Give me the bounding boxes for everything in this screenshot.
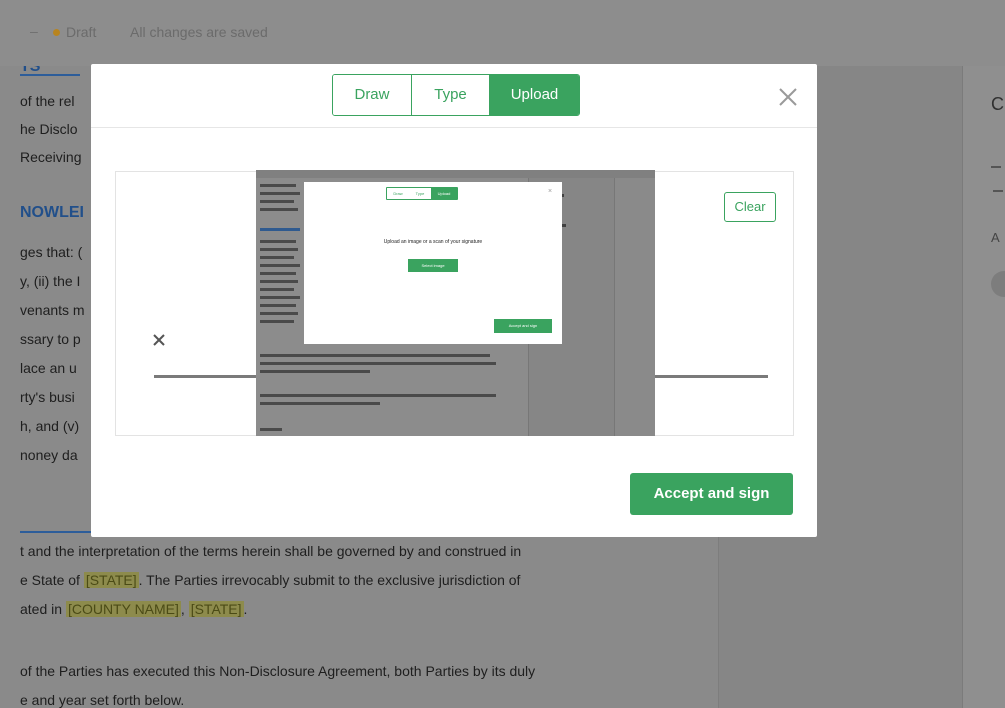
- heading-underline: [20, 74, 80, 76]
- image-text-line: [260, 370, 370, 373]
- image-text-line: [260, 288, 294, 291]
- section-heading-acknowledgement: NOWLEI: [20, 204, 84, 221]
- panel-line: [991, 166, 1001, 168]
- image-text-line: [260, 200, 294, 203]
- avatar[interactable]: [991, 271, 1005, 297]
- image-topbar: [256, 170, 655, 178]
- doc-line: rty's busi: [20, 389, 75, 405]
- panel-initial: C: [991, 94, 1004, 114]
- doc-text: ated in: [20, 601, 66, 617]
- doc-line: of the Parties has executed this Non-Dis…: [20, 663, 536, 679]
- save-status-label: All changes are saved: [130, 24, 268, 40]
- image-text-line: [260, 304, 296, 307]
- image-side-panel: [614, 178, 655, 436]
- image-text-line: [260, 272, 296, 275]
- doc-line: lace an u: [20, 360, 77, 376]
- doc-text: ,: [180, 601, 189, 617]
- image-heading-line: [260, 228, 300, 231]
- image-text-line: [260, 312, 298, 315]
- tab-type[interactable]: Type: [411, 75, 489, 115]
- image-text-line: [260, 428, 282, 431]
- doc-line: of the rel: [20, 93, 75, 109]
- doc-line: ssary to p: [20, 331, 81, 347]
- image-text-line: [260, 402, 380, 405]
- section-underline: [20, 531, 92, 533]
- image-text-line: [260, 296, 300, 299]
- image-text-line: [260, 256, 294, 259]
- image-text-line: [260, 208, 298, 211]
- panel-letter: A: [991, 230, 1000, 245]
- image-text-line: [260, 362, 496, 365]
- accept-and-sign-button[interactable]: Accept and sign: [630, 473, 793, 515]
- signature-canvas[interactable]: Draw Type Upload × Upload an image or a …: [115, 170, 794, 436]
- signature-baseline: [154, 375, 257, 378]
- signature-x-icon: [153, 334, 165, 346]
- modal-header: Draw Type Upload: [91, 64, 817, 128]
- doc-line: ated in [COUNTY NAME], [STATE].: [20, 601, 247, 617]
- image-select-button: Select image: [408, 259, 458, 272]
- doc-line: he Disclo: [20, 121, 78, 137]
- panel-line: [993, 190, 1003, 192]
- image-accept-button: Accept and sign: [494, 319, 552, 333]
- image-upload-text: Upload an image or a scan of your signat…: [383, 239, 483, 245]
- image-text-line: [260, 240, 296, 243]
- top-bar: – Draft All changes are saved: [0, 0, 1005, 66]
- placeholder-state[interactable]: [STATE]: [83, 572, 139, 588]
- uploaded-signature-image: Draw Type Upload × Upload an image or a …: [256, 170, 655, 436]
- placeholder-county[interactable]: [COUNTY NAME]: [65, 601, 181, 617]
- doc-line: e and year set forth below.: [20, 692, 185, 708]
- tab-draw[interactable]: Draw: [333, 75, 411, 115]
- doc-text: e State of: [20, 572, 84, 588]
- doc-line: h, and (v): [20, 418, 80, 434]
- image-text-line: [260, 280, 298, 283]
- image-text-line: [260, 320, 294, 323]
- image-tab-upload: Upload: [431, 188, 457, 199]
- doc-line: venants m: [20, 302, 85, 318]
- placeholder-state[interactable]: [STATE]: [188, 601, 244, 617]
- image-close-icon: ×: [548, 188, 553, 195]
- doc-line: e State of [STATE]. The Parties irrevoca…: [20, 572, 520, 588]
- doc-line: y, (ii) the I: [20, 273, 81, 289]
- image-tab-type: Type: [415, 191, 425, 196]
- draft-status-label: Draft: [66, 24, 97, 40]
- clear-button[interactable]: Clear: [724, 192, 776, 222]
- signature-mode-tabs: Draw Type Upload: [332, 74, 580, 116]
- signature-baseline: [654, 375, 768, 378]
- image-text-line: [260, 192, 300, 195]
- doc-text: .: [243, 601, 248, 617]
- image-tabs: Draw Type Upload: [386, 187, 458, 200]
- doc-line: Receiving: [20, 149, 82, 165]
- image-text-line: [260, 264, 300, 267]
- title-dash: –: [30, 23, 38, 39]
- close-icon[interactable]: [777, 86, 799, 108]
- draft-status-dot: [53, 29, 60, 36]
- image-text-line: [260, 248, 298, 251]
- image-tab-draw: Draw: [393, 191, 403, 196]
- doc-text: . The Parties irrevocably submit to the …: [138, 572, 521, 588]
- doc-line: ges that: (: [20, 244, 83, 260]
- tab-upload[interactable]: Upload: [489, 75, 579, 115]
- signature-modal: Draw Type Upload Draw Type Upload × Uplo…: [91, 64, 817, 537]
- doc-line: noney da: [20, 447, 78, 463]
- image-text-line: [260, 184, 296, 187]
- doc-line: t and the interpretation of the terms he…: [20, 543, 522, 559]
- image-text-line: [260, 394, 496, 397]
- side-panel: C A: [962, 66, 1005, 708]
- image-modal: Draw Type Upload × Upload an image or a …: [304, 182, 562, 344]
- image-text-line: [260, 354, 490, 357]
